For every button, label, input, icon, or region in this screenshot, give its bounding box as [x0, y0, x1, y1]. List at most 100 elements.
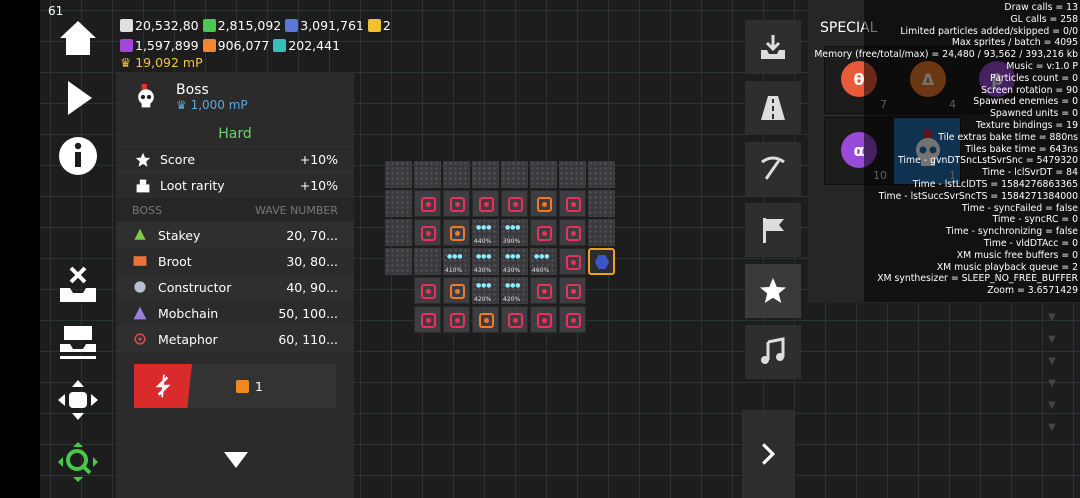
road-tile[interactable]: [588, 161, 615, 188]
reward-red-button[interactable]: [134, 364, 192, 408]
boss-waves: 30, 80...: [286, 253, 338, 269]
road-tile[interactable]: [385, 190, 412, 217]
debug-line: Zoom = 3.6571429: [987, 285, 1078, 297]
boss-row-mobchain[interactable]: Mobchain 50, 100...: [116, 300, 354, 326]
stat-value: +10%: [299, 152, 338, 167]
road-tile[interactable]: [588, 219, 615, 246]
difficulty-label[interactable]: Hard: [116, 122, 354, 146]
debug-line: Max sprites / batch = 4095: [951, 37, 1078, 49]
info-button[interactable]: [50, 130, 106, 182]
boss-row-broot[interactable]: Broot 30, 80...: [116, 248, 354, 274]
clear-tray-button[interactable]: [50, 258, 106, 310]
boss-row-metaphor[interactable]: Metaphor 60, 110...: [116, 326, 354, 352]
boss-panel: Boss ♛ 1,000 mP Hard Score +10% Loot rar…: [116, 72, 354, 498]
road-tile[interactable]: [530, 161, 557, 188]
pickaxe-icon: [761, 156, 785, 180]
tower-dot-icon: [455, 289, 460, 294]
platform-tile[interactable]: ● ● ● 410%: [443, 248, 470, 275]
debug-line: Tiles bake time = 643ns: [965, 143, 1078, 155]
platform-tile[interactable]: ● ● ● 460%: [530, 248, 557, 275]
mining-button[interactable]: [745, 142, 801, 196]
tower-tile[interactable]: [530, 190, 557, 217]
star-icon: [760, 278, 786, 303]
tower-tile[interactable]: [559, 248, 586, 275]
tower-tile[interactable]: [530, 219, 557, 246]
tower-tile[interactable]: [501, 190, 528, 217]
debug-line: GL calls = 258: [1010, 13, 1078, 25]
tower-tile[interactable]: [559, 190, 586, 217]
road-tile[interactable]: [443, 161, 470, 188]
tower-dot-icon: [513, 202, 518, 207]
boss-row-stakey[interactable]: Stakey 20, 70...: [116, 222, 354, 248]
loot-icon: [134, 177, 152, 195]
platform-tile[interactable]: ● ● ● 420%: [472, 277, 499, 304]
road-tile[interactable]: [414, 248, 441, 275]
tower-map[interactable]: ● ● ● 440% ● ● ● 390% ● ● ● 410% ● ● ● 430% ● ● …: [385, 161, 619, 338]
metaphor-icon: [130, 329, 150, 349]
play-button[interactable]: [50, 72, 106, 124]
tower-tile[interactable]: [414, 190, 441, 217]
road-tile[interactable]: [414, 161, 441, 188]
resource-value: 1,597,899: [135, 38, 199, 53]
expand-panel-button[interactable]: [742, 410, 794, 498]
debug-line: Tile extras bake time = 880ns: [938, 131, 1078, 143]
resources-row-1: 20,532,80 2,815,092 3,091,761 2: [120, 18, 395, 33]
tower-tile[interactable]: [530, 306, 557, 333]
tower-dot-icon: [426, 231, 431, 236]
move-button[interactable]: [50, 374, 106, 426]
tower-tile[interactable]: [414, 306, 441, 333]
tower-tile[interactable]: [414, 277, 441, 304]
road-tile[interactable]: [385, 248, 412, 275]
platform-tile[interactable]: ● ● ● 430%: [472, 248, 499, 275]
road-tile[interactable]: [385, 161, 412, 188]
flag-button[interactable]: [745, 203, 801, 257]
collapse-button[interactable]: [222, 450, 250, 474]
platform-tile[interactable]: ● ● ● 430%: [501, 248, 528, 275]
debug-line: Time - lclSvrDT = 84: [982, 167, 1078, 179]
play-icon: [68, 81, 92, 115]
scroll-indicator-icon: ▼: [1048, 378, 1056, 389]
road-tile[interactable]: [559, 161, 586, 188]
download-button[interactable]: [745, 20, 801, 74]
stat-row-loot: Loot rarity +10%: [116, 172, 354, 198]
purple-resource-icon: [120, 39, 133, 52]
special-button[interactable]: [745, 264, 801, 318]
tower-tile[interactable]: [559, 277, 586, 304]
tower-tile[interactable]: [472, 190, 499, 217]
tower-tile[interactable]: [559, 219, 586, 246]
tower-tile[interactable]: [530, 277, 557, 304]
scroll-indicator-icon: ▼: [1048, 422, 1056, 433]
zoom-fit-button[interactable]: [50, 436, 106, 488]
tray-button[interactable]: [50, 316, 106, 368]
music-button[interactable]: [745, 325, 801, 379]
tower-tile[interactable]: [472, 306, 499, 333]
debug-line: Limited particles added/skipped = 0/0: [900, 25, 1078, 37]
base-tile[interactable]: [588, 248, 615, 275]
debug-line: Time - lstSuccSvrSncTS = 1584271384000: [878, 190, 1078, 202]
tower-dot-icon: [455, 231, 460, 236]
tower-tile[interactable]: [443, 219, 470, 246]
tower-tile[interactable]: [443, 306, 470, 333]
platform-tile[interactable]: ● ● ● 440%: [472, 219, 499, 246]
home-button[interactable]: [50, 12, 106, 64]
column-wave: WAVE NUMBER: [255, 203, 338, 217]
tower-tile[interactable]: [443, 277, 470, 304]
tower-tile[interactable]: [414, 219, 441, 246]
road-tile[interactable]: [588, 190, 615, 217]
road-tile[interactable]: [385, 219, 412, 246]
blue-resource-icon: [285, 19, 299, 32]
home-icon: [60, 21, 96, 55]
tower-tile[interactable]: [559, 306, 586, 333]
debug-line: Particles count = 0: [990, 72, 1078, 84]
platform-tile[interactable]: ● ● ● 420%: [501, 277, 528, 304]
tower-dot-icon: [484, 202, 489, 207]
tray-x-icon: [60, 266, 96, 302]
boss-cost: ♛ 1,000 mP: [176, 98, 248, 112]
tower-tile[interactable]: [501, 306, 528, 333]
road-tile[interactable]: [472, 161, 499, 188]
tower-tile[interactable]: [443, 190, 470, 217]
boss-row-constructor[interactable]: Constructor 40, 90...: [116, 274, 354, 300]
road-tile[interactable]: [501, 161, 528, 188]
platform-tile[interactable]: ● ● ● 390%: [501, 219, 528, 246]
road-button[interactable]: [745, 81, 801, 135]
